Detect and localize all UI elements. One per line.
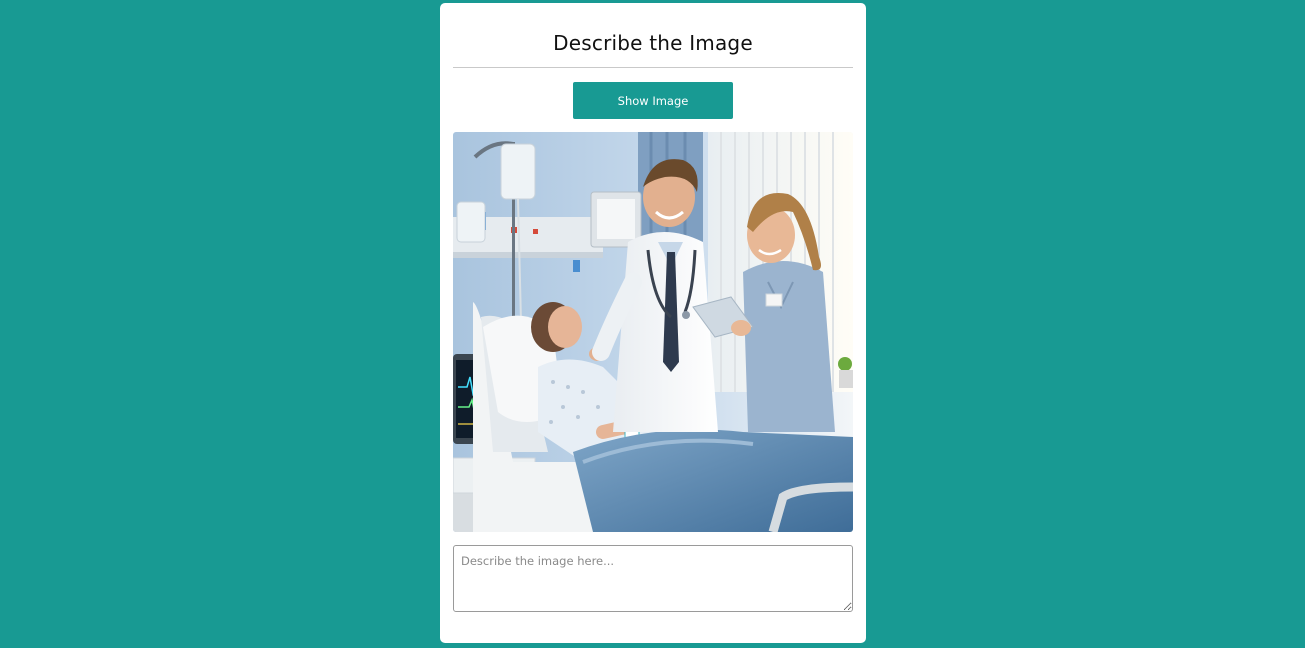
hospital-scene-image (453, 132, 853, 532)
show-image-button[interactable]: Show Image (573, 82, 733, 119)
hospital-scene-illustration (453, 132, 853, 532)
describe-image-card: Describe the Image Show Image (440, 3, 866, 643)
title-divider (453, 67, 853, 68)
description-textarea[interactable] (453, 545, 853, 612)
page-title: Describe the Image (553, 31, 753, 55)
